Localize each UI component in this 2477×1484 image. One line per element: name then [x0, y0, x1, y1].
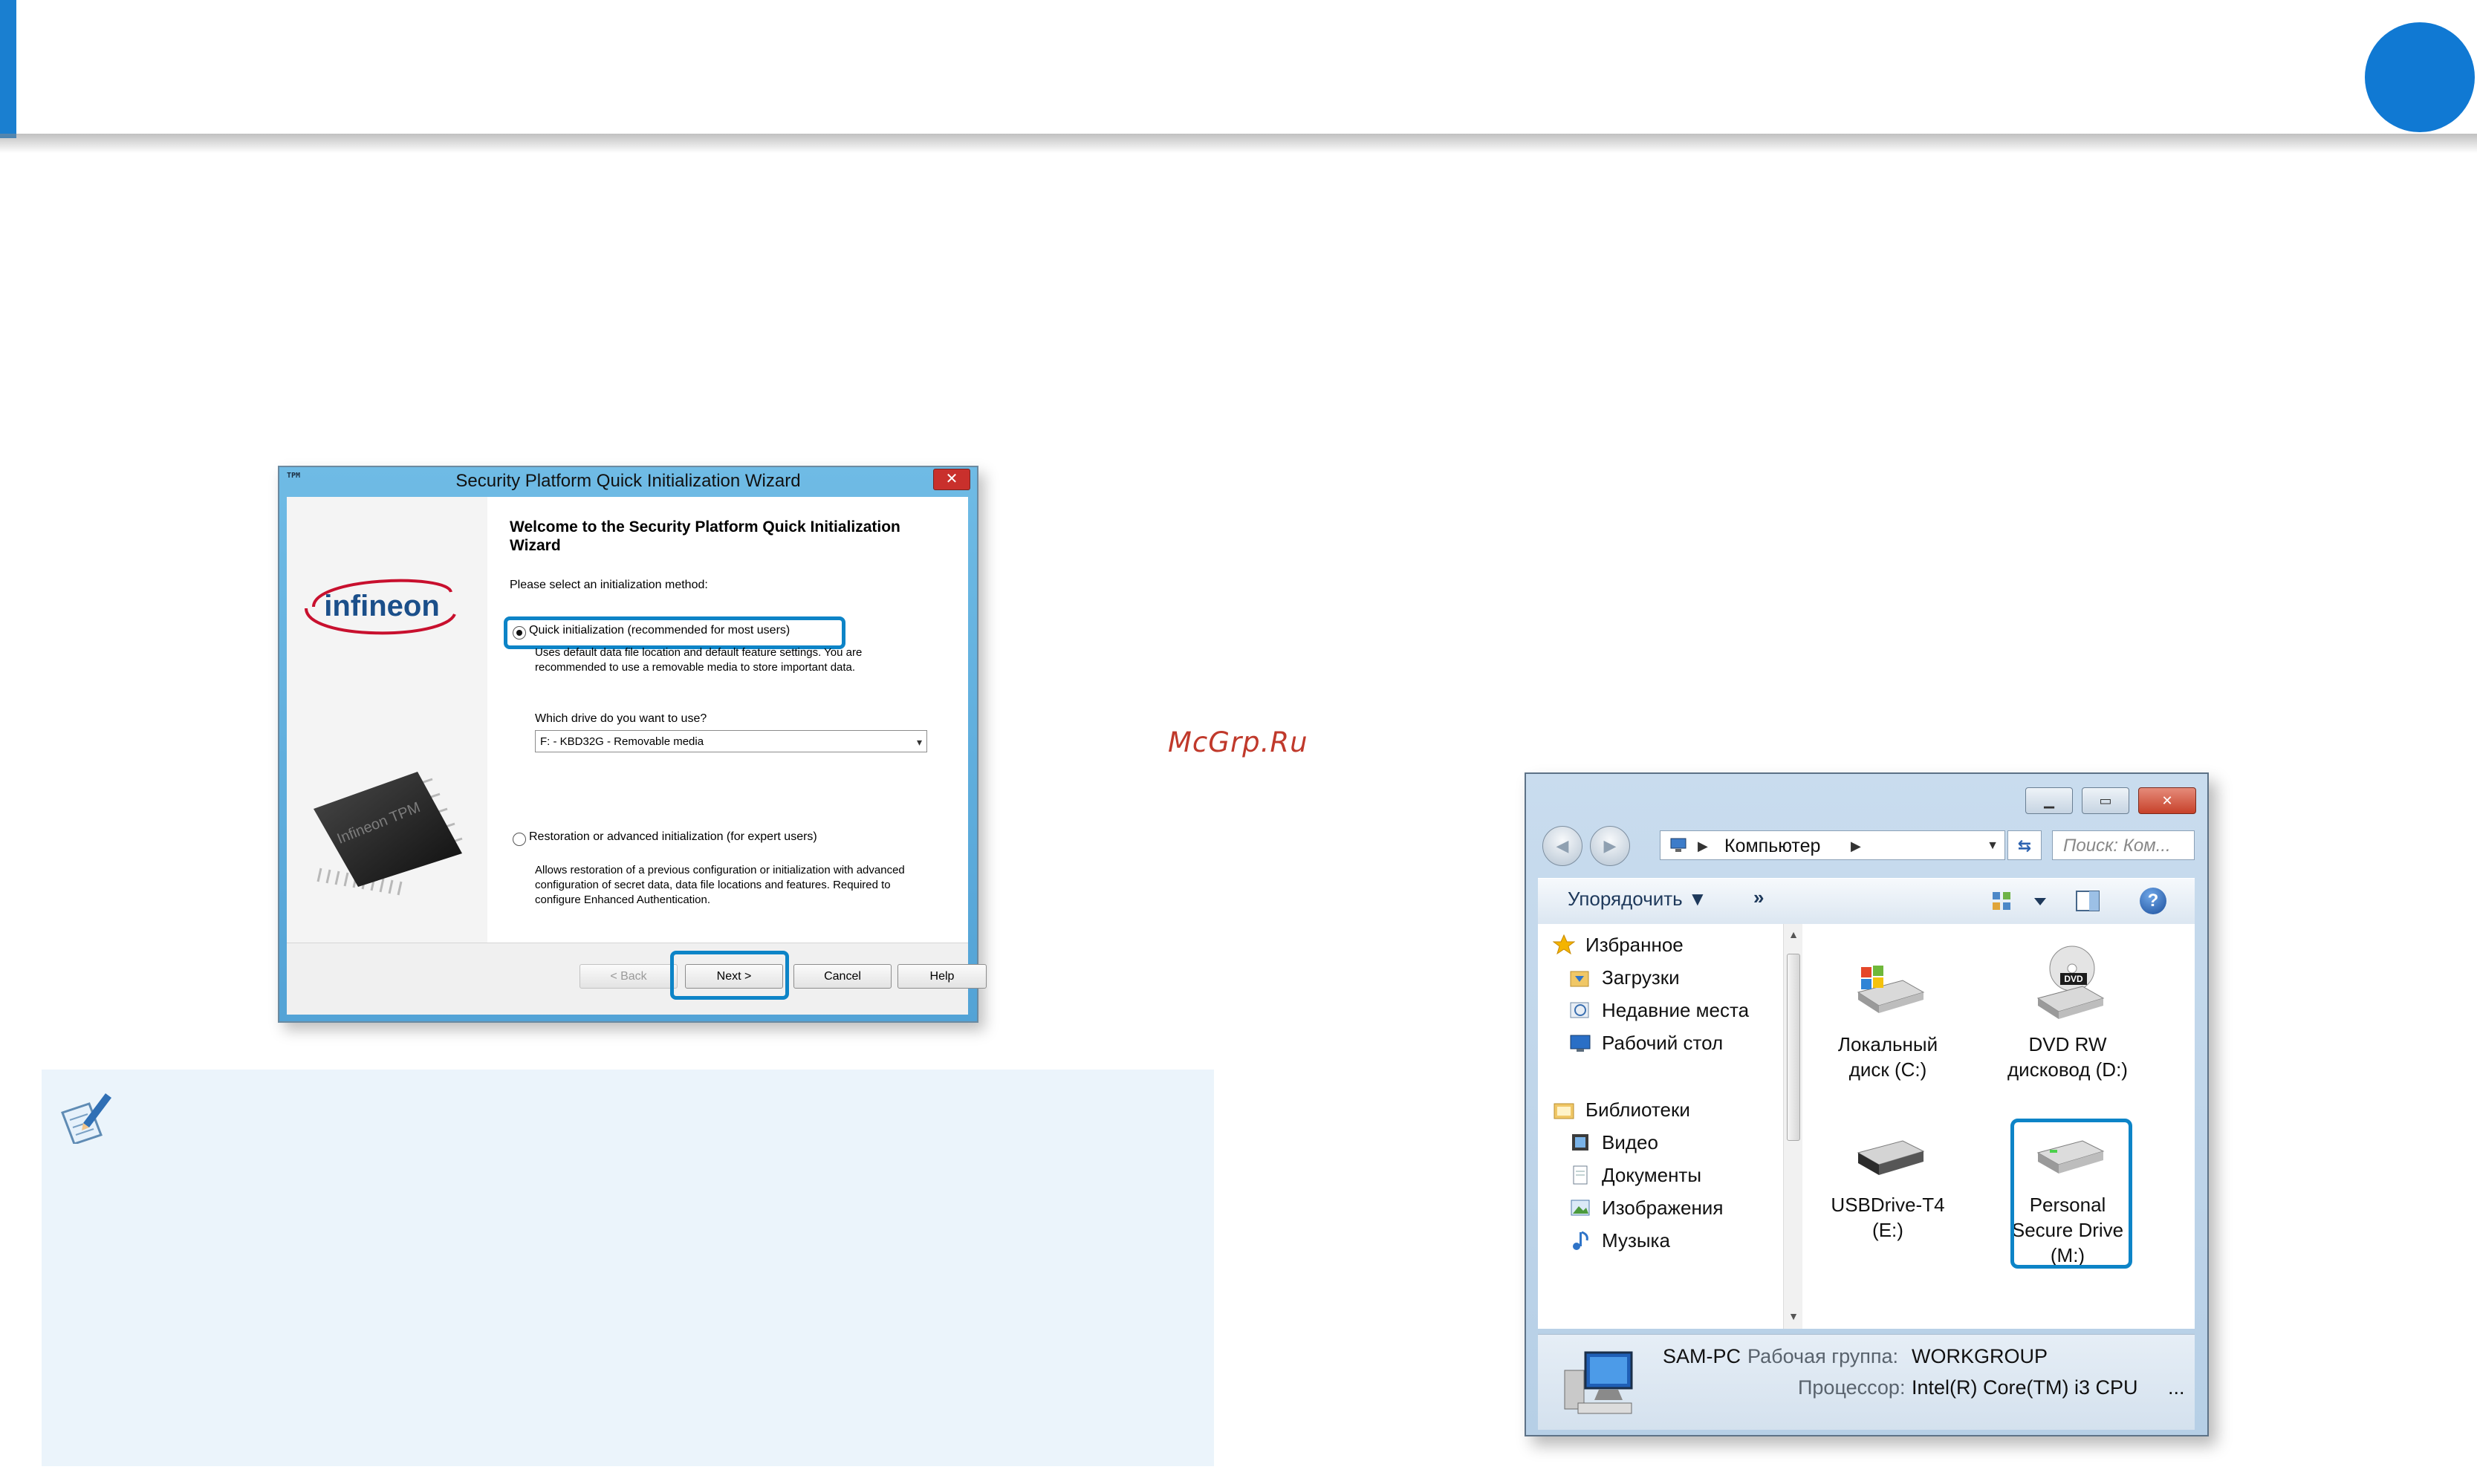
pc-name: SAM-PC	[1663, 1345, 1741, 1367]
nav-label: Рабочий стол	[1602, 1032, 1724, 1054]
drive-item-d[interactable]: DVD DVD RW дисковод (D:)	[2004, 939, 2131, 1082]
nav-scrollbar[interactable]: ▲ ▼	[1783, 924, 1803, 1329]
breadcrumb-computer[interactable]: Компьютер	[1724, 831, 1820, 861]
nav-label: Изображения	[1602, 1197, 1724, 1219]
chevron-down-icon[interactable]: ▼	[1987, 831, 1999, 861]
workgroup-value: WORKGROUP	[1912, 1345, 2048, 1367]
computer-icon	[1564, 1351, 1633, 1414]
cpu-label: Процессор:	[1798, 1376, 1906, 1399]
advanced-init-description: Allows restoration of a previous configu…	[535, 864, 905, 906]
local-disk-icon	[1857, 966, 1925, 1013]
nav-label: Загрузки	[1602, 966, 1680, 989]
drive-question: Which drive do you want to use?	[535, 712, 707, 725]
forward-nav-button[interactable]: ▶	[1590, 826, 1630, 866]
recent-places-icon	[1570, 1002, 1589, 1018]
nav-label: Недавние места	[1602, 999, 1750, 1021]
nav-label: Музыка	[1602, 1229, 1670, 1252]
drive-select-value: F: - KBD32G - Removable media	[540, 735, 704, 748]
scroll-down-icon[interactable]: ▼	[1787, 1310, 1800, 1322]
desktop-icon	[1570, 1035, 1591, 1052]
workgroup-label: Рабочая группа:	[1747, 1345, 1899, 1367]
close-button[interactable]: ✕	[933, 469, 970, 490]
wizard-prompt: Please select an initialization method:	[510, 579, 708, 591]
page-accent-bar	[0, 0, 16, 138]
nav-label: Видео	[1602, 1131, 1658, 1153]
drive-label: DVD RW дисковод (D:)	[2007, 1033, 2128, 1081]
wizard-dialog: TPM Security Platform Quick Initializati…	[278, 466, 987, 1023]
wizard-content: Welcome to the Security Platform Quick I…	[504, 497, 955, 943]
computer-icon	[1670, 838, 1686, 852]
logo-text: infineon	[324, 590, 440, 622]
nav-label: Библиотеки	[1585, 1099, 1690, 1121]
usb-drive-icon	[1857, 1140, 1925, 1175]
quick-init-highlight	[504, 616, 845, 649]
maximize-button[interactable]: ▭	[2082, 787, 2129, 814]
wizard-titlebar: TPM Security Platform Quick Initializati…	[279, 467, 977, 495]
cancel-button[interactable]: Cancel	[793, 964, 892, 989]
next-highlight	[670, 951, 789, 1000]
page-number-circle	[2365, 22, 2475, 132]
music-icon	[1573, 1231, 1588, 1250]
tpm-chip-image: Infineon TPM	[314, 772, 463, 896]
infineon-logo: infineon	[305, 579, 456, 635]
dvd-drive-icon: DVD	[2036, 946, 2105, 1019]
drive-label: USBDrive-T4 (E:)	[1831, 1194, 1945, 1241]
navigation-pane: Избранное Загрузки Недавние места Рабочи…	[1538, 924, 1803, 1329]
quick-init-description: Uses default data file location and defa…	[535, 646, 863, 674]
note-panel	[42, 1070, 1214, 1466]
star-icon	[1553, 934, 1575, 955]
libraries-icon	[1554, 1103, 1574, 1119]
advanced-init-label[interactable]: Restoration or advanced initialization (…	[529, 830, 817, 844]
drives-pane: Локальный диск (C:) DVD DVD RW дисковод …	[1802, 924, 2195, 1329]
scroll-up-icon[interactable]: ▲	[1787, 928, 1800, 940]
secure-drive-highlight	[2010, 1119, 2132, 1269]
search-input[interactable]: Поиск: Ком...	[2052, 830, 2195, 860]
breadcrumb-separator-icon: ▶	[1851, 839, 1861, 853]
video-icon	[1572, 1134, 1588, 1151]
command-bar: Упорядочить ▼ » ?	[1538, 878, 2195, 925]
preview-pane-icon[interactable]	[2074, 888, 2101, 914]
address-bar[interactable]: ▶ Компьютер ▶ ▼	[1660, 830, 2005, 860]
drive-select[interactable]: F: - KBD32G - Removable media ▾	[535, 730, 927, 752]
documents-icon	[1573, 1165, 1588, 1185]
breadcrumb-separator-icon: ▶	[1698, 839, 1708, 853]
dvd-badge-text: DVD	[2064, 974, 2083, 984]
watermark-text: McGrp.Ru	[1168, 726, 1308, 758]
details-pane: SAM-PC Рабочая группа: WORKGROUP Процесс…	[1538, 1334, 2195, 1430]
wizard-side-panel: infineon Infineon TPM	[287, 497, 487, 943]
drive-label: Локальный диск (C:)	[1837, 1033, 1938, 1081]
close-button[interactable]: ✕	[2138, 787, 2196, 814]
drive-item-e[interactable]: USBDrive-T4 (E:)	[1825, 1122, 1951, 1243]
chevron-down-icon: ▾	[916, 736, 922, 748]
pictures-icon	[1571, 1200, 1590, 1216]
nav-label: Документы	[1602, 1164, 1702, 1186]
back-nav-button[interactable]: ◀	[1542, 826, 1582, 866]
help-button[interactable]: Help	[897, 964, 987, 989]
explorer-window: ▁ ▭ ✕ ◀ ▶ ▶ Компьютер ▶ ▼ ⇆ Поиск: Ком..…	[1525, 772, 2209, 1436]
wizard-body: infineon Infineon TPM Welcome to the Sec…	[287, 497, 968, 943]
refresh-button[interactable]: ⇆	[2007, 830, 2042, 860]
minimize-button[interactable]: ▁	[2025, 787, 2073, 814]
scrollbar-thumb[interactable]	[1787, 954, 1800, 1141]
note-pencil-icon	[61, 1093, 111, 1144]
change-view-icon[interactable]	[1990, 888, 2056, 916]
wizard-heading: Welcome to the Security Platform Quick I…	[510, 518, 900, 554]
more-commands-button[interactable]: »	[1753, 886, 1764, 909]
cpu-value: Intel(R) Core(TM) i3 CPU	[1912, 1376, 2138, 1399]
advanced-init-radio[interactable]	[513, 833, 526, 846]
back-button[interactable]: < Back	[580, 964, 678, 989]
nav-label: Избранное	[1585, 934, 1684, 956]
details-more: ...	[2168, 1376, 2185, 1399]
wizard-title: Security Platform Quick Initialization W…	[455, 471, 801, 491]
header-divider	[0, 134, 2477, 153]
organize-button[interactable]: Упорядочить ▼	[1568, 888, 1707, 911]
wizard-footer: < Back Next > Cancel Help	[287, 943, 987, 1015]
downloads-folder-icon	[1570, 971, 1589, 987]
drive-item-c[interactable]: Локальный диск (C:)	[1825, 939, 1951, 1082]
help-icon[interactable]: ?	[2140, 888, 2166, 914]
